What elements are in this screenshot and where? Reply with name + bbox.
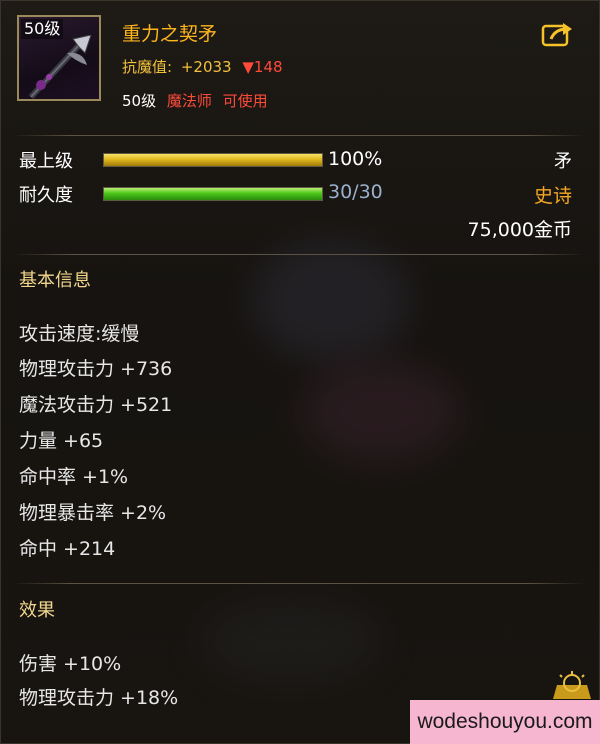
required-class: 魔法师 [166, 92, 212, 110]
grade-label: 最上级 [19, 151, 73, 172]
attr-line: 命中率 +1% [19, 466, 129, 488]
item-tooltip-panel: 50级 重力之契矛 抗魔值: +2033 ▼148 50级 魔法师 可使用 最上… [0, 0, 600, 744]
share-icon [541, 23, 572, 47]
magic-resist-line: 抗魔值: +2033 ▼148 [122, 56, 283, 77]
sun-emblem-icon [553, 671, 591, 699]
usable-status: 可使用 [222, 92, 268, 110]
item-name: 重力之契矛 [122, 23, 218, 45]
magic-resist-label: 抗魔值: [122, 58, 173, 76]
item-rarity: 史诗 [533, 185, 572, 207]
grade-value: 100% [328, 148, 383, 170]
background-blur [251, 241, 411, 361]
attr-line: 魔法攻击力 +521 [19, 394, 173, 416]
effect-line: 物理攻击力 +18% [19, 687, 179, 709]
required-level: 50级 [122, 92, 157, 110]
weapon-type: 矛 [554, 151, 572, 172]
grade-bar [103, 153, 323, 167]
attr-line: 力量 +65 [19, 430, 104, 452]
durability-bar-fill [104, 188, 322, 200]
grade-bar-fill [104, 154, 322, 166]
durability-label: 耐久度 [19, 185, 73, 206]
attr-line: 物理攻击力 +736 [19, 358, 173, 380]
background-blur [201, 601, 381, 681]
effect-line: 伤害 +10% [19, 653, 122, 675]
magic-resist-diff: ▼148 [242, 58, 283, 76]
spear-weapon-icon [28, 35, 92, 99]
divider [13, 254, 585, 255]
divider [13, 135, 585, 136]
basic-info-title: 基本信息 [19, 270, 91, 291]
background-blur [301, 361, 461, 461]
item-icon-frame[interactable]: 50级 [17, 15, 101, 101]
divider [13, 583, 585, 584]
attr-line: 攻击速度:缓慢 [19, 323, 140, 345]
durability-bar [103, 187, 323, 201]
item-level-badge: 50级 [21, 19, 64, 39]
item-price: 75,000金币 [467, 219, 572, 241]
durability-value: 30/30 [328, 181, 383, 203]
magic-resist-value: +2033 [180, 58, 232, 76]
effects-title: 效果 [19, 600, 55, 621]
attr-line: 命中 +214 [19, 538, 116, 560]
share-button[interactable] [541, 21, 575, 47]
attr-line: 物理暴击率 +2% [19, 502, 167, 524]
requirement-line: 50级 魔法师 可使用 [122, 90, 268, 111]
watermark: wodeshouyou.com [410, 700, 600, 744]
